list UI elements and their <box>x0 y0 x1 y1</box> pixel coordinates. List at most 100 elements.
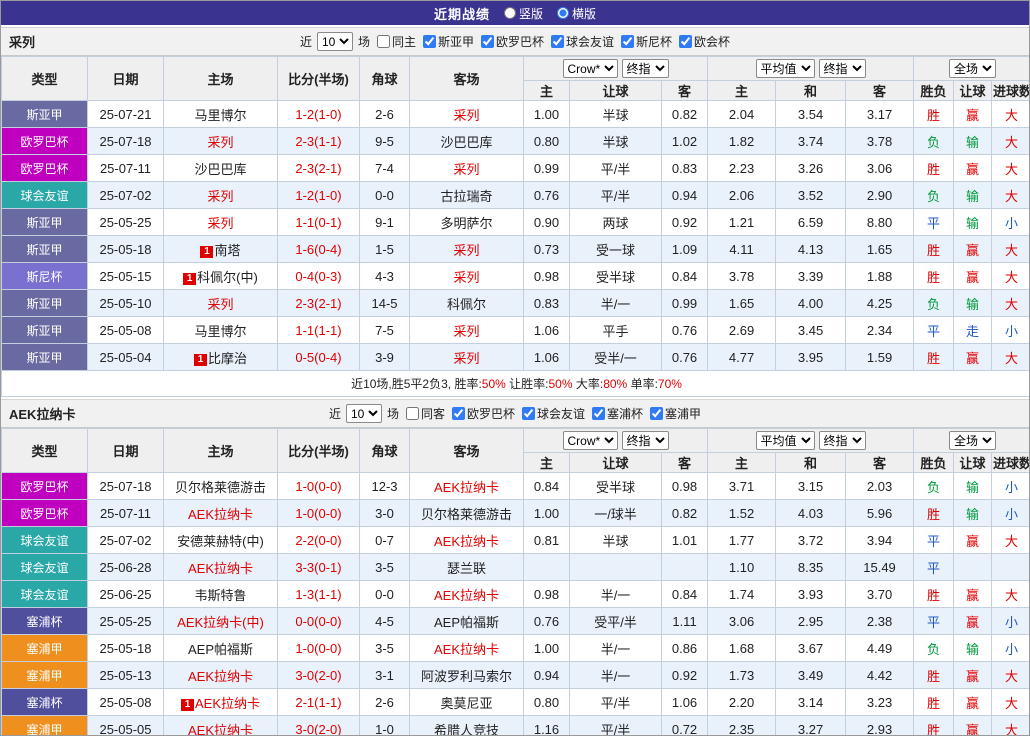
league-filter[interactable]: 斯尼杯 <box>617 33 672 50</box>
result-goals: 大 <box>991 688 1029 716</box>
header-select-group: 全场 <box>913 428 1029 453</box>
match-count-select[interactable]: 10 <box>345 404 382 423</box>
column-header: 进球数 <box>991 80 1029 101</box>
column-header: 比分(半场) <box>277 428 360 473</box>
results-table: 类型 日期 主场 比分(半场) 角球 客场 Crow* 终指 平均值 终指 全场主让球客主和客胜负让… <box>1 56 1029 397</box>
odds-home: 0.84 <box>523 472 570 500</box>
team-text: 科佩尔 <box>446 296 486 312</box>
scope-select[interactable]: 全场 <box>949 431 997 450</box>
horizontal-radio-label: 横版 <box>572 6 597 21</box>
result-handicap: 赢 <box>953 688 993 716</box>
avg-away: 3.17 <box>845 100 915 128</box>
away-team: 采列 <box>409 262 524 290</box>
score: 2-3(1-1) <box>277 127 360 155</box>
same-venue-checkbox[interactable] <box>405 407 419 420</box>
team-text: 采列 <box>453 242 480 258</box>
match-date: 25-05-25 <box>87 607 164 635</box>
league-filter-label: 欧罗巴杯 <box>466 407 515 421</box>
odds-away: 0.94 <box>660 181 709 209</box>
league-checkbox[interactable] <box>451 407 465 420</box>
home-team: 采列 <box>163 181 278 209</box>
league-filter[interactable]: 塞浦甲 <box>646 405 701 422</box>
league-checkbox[interactable] <box>481 35 494 48</box>
recent-label: 近 <box>328 407 341 421</box>
league-filter[interactable]: 欧会杯 <box>675 33 730 50</box>
vertical-radio[interactable] <box>503 7 516 19</box>
league-badge: 欧罗巴杯 <box>1 127 88 155</box>
header-select-group: Crow* 终指 <box>522 428 709 453</box>
scope-select[interactable]: 全场 <box>949 59 997 78</box>
column-header: 客 <box>845 452 915 473</box>
league-checkbox[interactable] <box>522 407 535 420</box>
league-filter[interactable]: 球会友谊 <box>547 33 614 50</box>
corners: 1-0 <box>359 715 410 735</box>
result-goals: 大 <box>991 343 1029 371</box>
same-venue-filter[interactable]: 同主 <box>373 33 416 50</box>
odds-away: 0.72 <box>660 715 709 735</box>
home-team: AEK拉纳卡 <box>163 715 278 735</box>
horizontal-radio[interactable] <box>557 7 569 19</box>
league-checkbox[interactable] <box>650 407 664 420</box>
result-goals: 小 <box>991 499 1029 527</box>
odds-stage-select[interactable]: 终指 <box>621 59 669 78</box>
avg-home: 1.52 <box>707 499 777 527</box>
league-filter[interactable]: 欧罗巴杯 <box>477 33 544 50</box>
result-outcome: 胜 <box>913 235 955 263</box>
same-venue-label: 同主 <box>391 35 416 49</box>
league-filter[interactable]: 球会友谊 <box>518 405 585 422</box>
column-header: 比分(半场) <box>277 56 360 101</box>
team-text: 科佩尔(中) <box>197 269 258 285</box>
league-filter[interactable]: 塞浦杯 <box>588 405 643 422</box>
corners: 9-5 <box>359 127 410 155</box>
result-outcome: 胜 <box>913 262 955 290</box>
match-date: 25-05-10 <box>87 289 164 317</box>
avg-source-select[interactable]: 平均值 <box>755 431 815 450</box>
header-select-group: 全场 <box>913 56 1029 81</box>
odds-away: 0.76 <box>660 316 709 344</box>
odds-handicap: 半/一 <box>569 661 662 689</box>
result-handicap: 输 <box>953 127 993 155</box>
odds-handicap: 一/球半 <box>569 499 662 527</box>
avg-stage-select[interactable]: 终指 <box>818 431 866 450</box>
result-handicap: 赢 <box>953 235 993 263</box>
column-header: 进球数 <box>991 452 1029 473</box>
odds-source-select[interactable]: Crow* <box>562 431 618 450</box>
corners: 0-0 <box>359 181 410 209</box>
layout-option-vertical[interactable]: 竖版 <box>503 5 543 22</box>
result-outcome: 胜 <box>913 580 955 608</box>
avg-home: 1.73 <box>707 661 777 689</box>
league-badge: 塞浦杯 <box>1 607 88 635</box>
score: 1-1(1-1) <box>277 316 360 344</box>
odds-source-select[interactable]: Crow* <box>562 59 618 78</box>
league-badge: 斯亚甲 <box>1 208 88 236</box>
league-checkbox[interactable] <box>592 407 606 420</box>
layout-option-horizontal[interactable]: 横版 <box>557 5 596 22</box>
same-venue-filter[interactable]: 同客 <box>402 405 445 422</box>
result-handicap: 输 <box>953 208 993 236</box>
column-header: 主 <box>523 452 570 473</box>
league-checkbox[interactable] <box>422 35 436 48</box>
score: 2-3(2-1) <box>277 289 360 317</box>
match-date: 25-07-02 <box>87 181 164 209</box>
league-filter[interactable]: 欧罗巴杯 <box>448 405 515 422</box>
match-count-select[interactable]: 10 <box>316 32 353 51</box>
league-checkbox[interactable] <box>551 35 565 48</box>
score: 1-2(1-0) <box>277 100 360 128</box>
league-filter[interactable]: 斯亚甲 <box>419 33 474 50</box>
league-checkbox[interactable] <box>679 35 693 48</box>
match-date: 25-05-08 <box>87 316 164 344</box>
odds-away: 0.98 <box>660 472 709 500</box>
league-filter-label: 球会友谊 <box>537 407 586 421</box>
avg-source-select[interactable]: 平均值 <box>755 59 815 78</box>
league-checkbox[interactable] <box>621 35 635 48</box>
avg-stage-select[interactable]: 终指 <box>818 59 866 78</box>
match-row: 塞浦甲 25-05-13 AEK拉纳卡 3-0(2-0) 3-1 阿波罗利马索尔 0.94 半… <box>1 661 1029 689</box>
away-team: 沙巴巴库 <box>409 127 524 155</box>
avg-away: 2.93 <box>845 715 915 735</box>
team-name: 采列 <box>9 35 36 50</box>
match-row: 欧罗巴杯 25-07-11 AEK拉纳卡 1-0(0-0) 3-0 贝尔格莱德游击 1.00… <box>1 499 1029 527</box>
away-team: 科佩尔 <box>409 289 524 317</box>
odds-stage-select[interactable]: 终指 <box>621 431 669 450</box>
result-handicap: 赢 <box>953 154 993 182</box>
same-venue-checkbox[interactable] <box>376 35 390 48</box>
